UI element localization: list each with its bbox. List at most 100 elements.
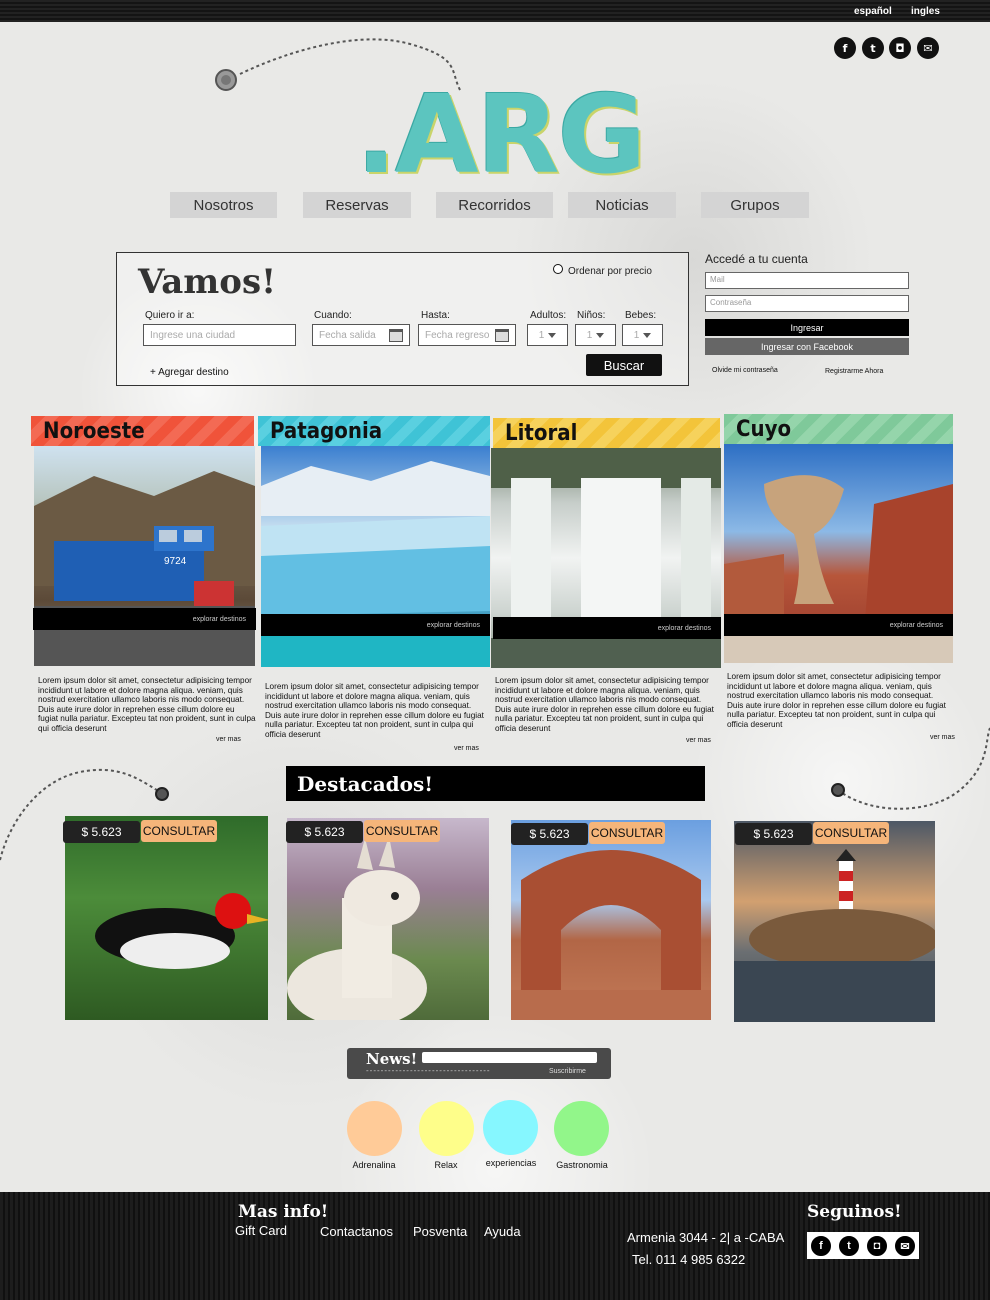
featured-photo-llama[interactable] bbox=[287, 818, 489, 1028]
mail-icon[interactable]: ✉ bbox=[917, 37, 939, 59]
featured-photo-woodpecker[interactable] bbox=[65, 816, 270, 1020]
instagram-icon[interactable]: ◘ bbox=[865, 1234, 889, 1258]
rock-arch-image bbox=[511, 850, 711, 1020]
featured-photo-lighthouse[interactable] bbox=[734, 821, 939, 1022]
return-placeholder: Fecha regreso bbox=[425, 329, 490, 341]
add-destination-link[interactable]: + Agregar destino bbox=[150, 367, 229, 378]
facebook-icon[interactable]: f bbox=[809, 1234, 833, 1258]
destination-input[interactable]: Ingrese una ciudad bbox=[143, 324, 296, 346]
region-title-patagonia[interactable]: Patagonia bbox=[258, 416, 490, 446]
register-link[interactable]: Registrarme Ahora bbox=[825, 368, 883, 375]
footer-link-posventa[interactable]: Posventa bbox=[413, 1224, 467, 1239]
region-photo-noroeste[interactable]: 9724 bbox=[34, 446, 255, 666]
mail-icon[interactable]: ✉ bbox=[893, 1234, 917, 1258]
password-input[interactable]: Contraseña bbox=[705, 295, 909, 312]
ver-mas-noroeste[interactable]: ver mas bbox=[216, 736, 241, 743]
subscribe-button[interactable]: Suscribirme bbox=[549, 1068, 586, 1075]
forgot-password-link[interactable]: Olvide mi contraseña bbox=[712, 367, 778, 374]
price-badge: $ 5.623 bbox=[63, 821, 140, 843]
babies-value: 1 bbox=[633, 329, 640, 341]
explore-button-patagonia[interactable]: explorar destinos bbox=[261, 614, 490, 636]
featured-title: Destacados! bbox=[286, 766, 705, 801]
category-gastronomia-circle[interactable] bbox=[554, 1101, 609, 1156]
category-relax-label[interactable]: Relax bbox=[416, 1160, 476, 1170]
nav-grupos[interactable]: Grupos bbox=[701, 192, 809, 218]
category-gastronomia-label[interactable]: Gastronomia bbox=[548, 1160, 616, 1170]
instagram-icon[interactable]: ◘ bbox=[889, 37, 911, 59]
price-badge: $ 5.623 bbox=[286, 821, 363, 843]
price-badge: $ 5.623 bbox=[735, 823, 812, 845]
newsletter-input[interactable] bbox=[422, 1052, 597, 1063]
nav-nosotros[interactable]: Nosotros bbox=[170, 192, 277, 218]
ver-mas-patagonia[interactable]: ver mas bbox=[454, 745, 479, 752]
login-button[interactable]: Ingresar bbox=[705, 319, 909, 336]
featured-photo-arch[interactable] bbox=[511, 820, 711, 1020]
departure-date-input[interactable]: Fecha salida bbox=[312, 324, 410, 346]
footer-follow-title: Seguinos! bbox=[807, 1202, 902, 1222]
footer-link-contactanos[interactable]: Contactanos bbox=[320, 1224, 393, 1239]
adults-select[interactable]: 1 bbox=[527, 324, 568, 346]
category-experiencias-circle[interactable] bbox=[483, 1100, 538, 1155]
price-badge: $ 5.623 bbox=[511, 823, 588, 845]
category-adrenalina-label[interactable]: Adrenalina bbox=[344, 1160, 404, 1170]
ver-mas-litoral[interactable]: ver mas bbox=[686, 737, 711, 744]
order-price-label: Ordenar por precio bbox=[568, 266, 652, 277]
calendar-icon[interactable] bbox=[389, 328, 403, 342]
explore-button-noroeste[interactable]: explorar destinos bbox=[33, 608, 256, 630]
adults-label: Adultos: bbox=[530, 310, 567, 321]
twitter-icon[interactable]: t bbox=[862, 37, 884, 59]
consult-button[interactable]: CONSULTAR bbox=[364, 820, 440, 842]
footer-more-info-title: Mas info! bbox=[238, 1202, 329, 1222]
lang-espanol-link[interactable]: español bbox=[854, 6, 892, 17]
chevron-down-icon bbox=[596, 332, 605, 338]
consult-button[interactable]: CONSULTAR bbox=[141, 820, 217, 842]
train-image: 9724 bbox=[34, 471, 255, 666]
category-adrenalina-circle[interactable] bbox=[347, 1101, 402, 1156]
search-title: Vamos! bbox=[138, 262, 277, 302]
calendar-icon[interactable] bbox=[495, 328, 509, 342]
destination-label: Quiero ir a: bbox=[145, 310, 195, 321]
explore-button-cuyo[interactable]: explorar destinos bbox=[724, 614, 953, 636]
explore-button-litoral[interactable]: explorar destinos bbox=[493, 617, 721, 639]
departure-placeholder: Fecha salida bbox=[319, 329, 376, 341]
twitter-icon[interactable]: t bbox=[837, 1234, 861, 1258]
category-relax-circle[interactable] bbox=[419, 1101, 474, 1156]
facebook-login-button[interactable]: Ingresar con Facebook bbox=[705, 338, 909, 355]
facebook-icon[interactable]: f bbox=[834, 37, 856, 59]
consult-button[interactable]: CONSULTAR bbox=[589, 822, 665, 844]
region-title-cuyo[interactable]: Cuyo bbox=[724, 414, 953, 444]
footer-link-gift-card[interactable]: Gift Card bbox=[235, 1223, 287, 1238]
footer-phone: Tel. 011 4 985 6322 bbox=[632, 1252, 746, 1267]
adults-value: 1 bbox=[538, 329, 545, 341]
ver-mas-cuyo[interactable]: ver mas bbox=[930, 734, 955, 741]
chevron-down-icon bbox=[643, 332, 652, 338]
woodpecker-image bbox=[95, 893, 270, 969]
babies-select[interactable]: 1 bbox=[622, 324, 663, 346]
babies-label: Bebes: bbox=[625, 310, 657, 321]
return-date-input[interactable]: Fecha regreso bbox=[418, 324, 516, 346]
consult-button[interactable]: CONSULTAR bbox=[813, 822, 889, 844]
kids-select[interactable]: 1 bbox=[575, 324, 616, 346]
lang-ingles-link[interactable]: ingles bbox=[911, 6, 940, 17]
nav-reservas[interactable]: Reservas bbox=[303, 192, 411, 218]
svg-text:9724: 9724 bbox=[164, 556, 187, 567]
lighthouse-image bbox=[734, 849, 939, 1022]
order-price-radio[interactable] bbox=[553, 264, 563, 274]
kids-value: 1 bbox=[586, 329, 593, 341]
pin-icon bbox=[831, 783, 845, 797]
search-button[interactable]: Buscar bbox=[586, 354, 662, 376]
when-label: Cuando: bbox=[314, 310, 352, 321]
nav-noticias[interactable]: Noticias bbox=[568, 192, 676, 218]
category-experiencias-label[interactable]: experiencias bbox=[478, 1158, 544, 1168]
region-title-noroeste[interactable]: Noroeste bbox=[31, 416, 254, 446]
mail-input[interactable]: Mail bbox=[705, 272, 909, 289]
region-text-litoral: Lorem ipsum dolor sit amet, consectetur … bbox=[495, 676, 714, 733]
destination-placeholder: Ingrese una ciudad bbox=[150, 329, 236, 341]
kids-label: Niños: bbox=[577, 310, 606, 321]
login-title: Accedé a tu cuenta bbox=[705, 252, 808, 266]
nav-recorridos[interactable]: Recorridos bbox=[436, 192, 553, 218]
site-logo[interactable]: .ARG bbox=[356, 82, 646, 190]
footer-link-ayuda[interactable]: Ayuda bbox=[484, 1224, 521, 1239]
region-title-litoral[interactable]: Litoral bbox=[493, 418, 720, 448]
until-label: Hasta: bbox=[421, 310, 450, 321]
